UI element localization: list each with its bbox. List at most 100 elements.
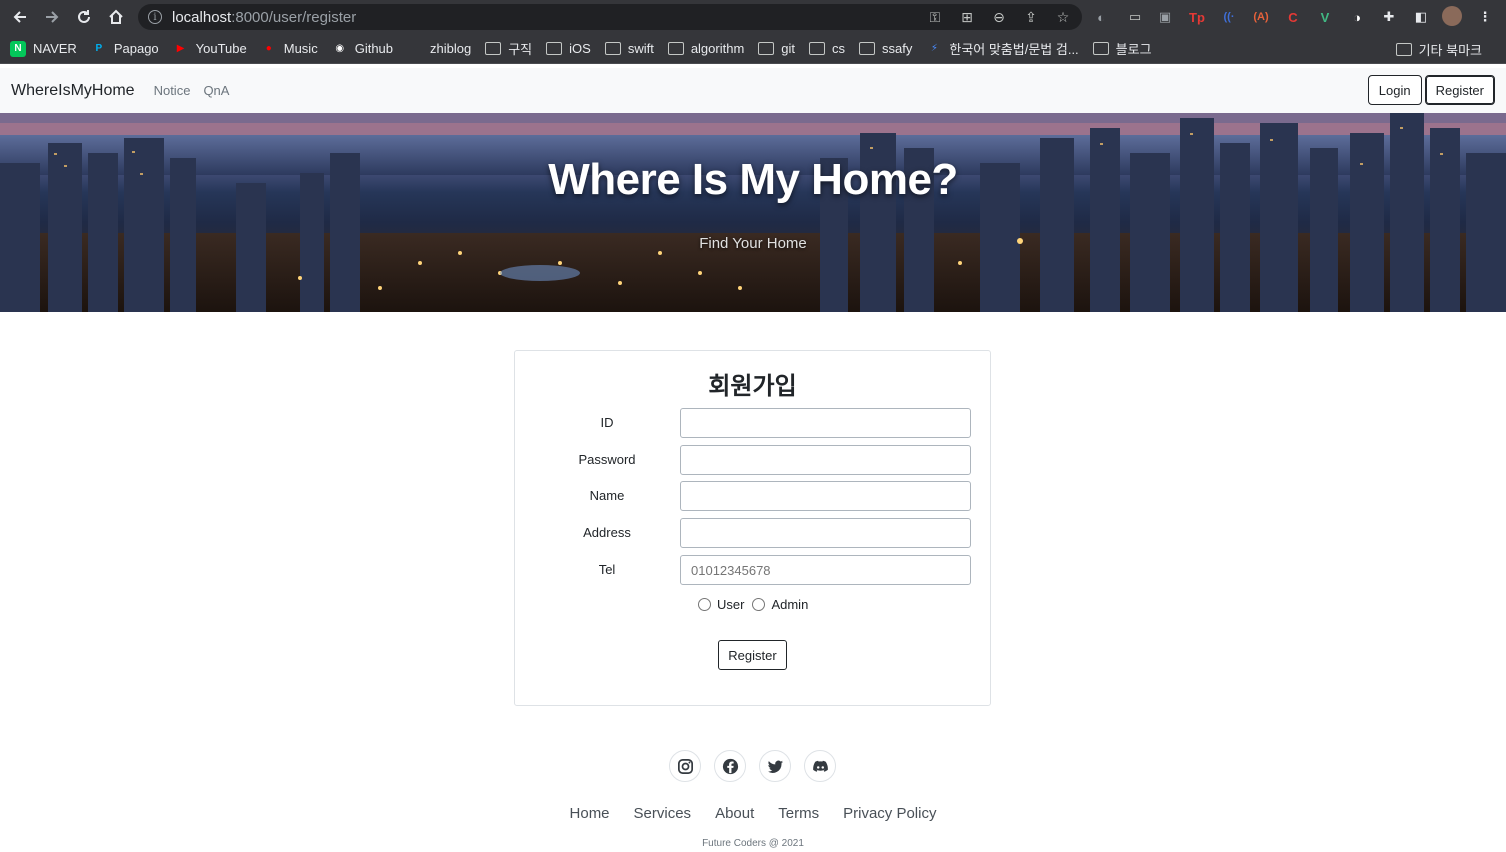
share-icon[interactable]: ⇪ xyxy=(1022,8,1040,26)
bookmark-label: iOS xyxy=(569,41,591,56)
reload-icon[interactable] xyxy=(68,0,100,34)
bookmarks-bar: N NAVER P Papago ▶ YouTube ● Music ◉ Github ⁘ zhibl… xyxy=(0,34,1506,64)
extension-tp-icon[interactable]: Tp xyxy=(1186,6,1208,28)
vue-devtools-icon[interactable]: V xyxy=(1314,6,1336,28)
bookmark-item[interactable]: ⚡ 한국어 맞춤법/문법 검... xyxy=(926,39,1079,58)
folder-icon xyxy=(809,42,826,55)
form-title: 회원가입 xyxy=(708,372,797,400)
bookmark-label: Github xyxy=(354,41,394,56)
address-bar[interactable]: i localhost:8000/user/register ⚿ ⊞ ⊖ ⇪ ☆ xyxy=(138,4,1082,30)
twitter-icon[interactable] xyxy=(759,750,791,782)
footer-link-home[interactable]: Home xyxy=(570,805,610,822)
tel-row: Tel xyxy=(515,555,990,586)
folder-icon xyxy=(758,42,775,55)
footer-nav: Home Services About Terms Privacy Policy xyxy=(0,805,1506,822)
bookmark-label: 블로그 xyxy=(1115,42,1152,57)
back-icon[interactable] xyxy=(4,0,36,34)
menu-icon[interactable]: ⋮ xyxy=(1474,6,1496,28)
puzzle-icon[interactable]: ✚ xyxy=(1378,6,1400,28)
nav-link-notice[interactable]: Notice xyxy=(154,83,191,98)
address-label: Address xyxy=(583,525,631,540)
city-skyline-image xyxy=(0,113,1506,312)
register-nav-button[interactable]: Register xyxy=(1424,75,1495,105)
bookmark-item[interactable]: algorithm xyxy=(667,41,745,56)
login-button[interactable]: Login xyxy=(1367,75,1422,105)
favicon-icon: ⚡ xyxy=(930,43,938,54)
favicon-icon: ▶ xyxy=(176,43,185,54)
key-icon[interactable]: ⚿ xyxy=(926,8,944,26)
bookmark-item[interactable]: git xyxy=(758,41,795,56)
bookmark-item[interactable]: ◉ Github xyxy=(332,41,393,57)
extension-icon[interactable]: ▣ xyxy=(1154,6,1176,28)
name-label: Name xyxy=(589,488,625,503)
bookmark-label: Papago xyxy=(113,41,159,56)
extension-icon[interactable]: ◑ xyxy=(1346,6,1368,28)
extension-icon[interactable]: ((· xyxy=(1218,6,1240,28)
user-radio[interactable] xyxy=(698,598,711,611)
forward-icon[interactable] xyxy=(36,0,68,34)
footer-link-services[interactable]: Services xyxy=(634,805,692,822)
bookmark-item[interactable]: ● Music xyxy=(261,41,318,57)
extension-icon[interactable]: C xyxy=(1282,6,1304,28)
instagram-icon[interactable] xyxy=(669,750,701,782)
admin-radio-label[interactable]: Admin xyxy=(771,597,808,612)
site-info-icon[interactable]: i xyxy=(148,10,162,24)
bookmark-item[interactable]: N NAVER xyxy=(10,40,77,57)
extension-icon[interactable]: (A) xyxy=(1250,6,1272,28)
bookmark-label: ssafy xyxy=(882,41,913,56)
browser-toolbar: i localhost:8000/user/register ⚿ ⊞ ⊖ ⇪ ☆… xyxy=(0,0,1506,34)
id-field[interactable] xyxy=(680,408,971,438)
register-submit-button[interactable]: Register xyxy=(718,640,787,670)
bookmark-item[interactable]: 블로그 xyxy=(1092,39,1152,58)
bookmark-label: Music xyxy=(283,41,318,56)
extension-off-icon[interactable]: ▭ xyxy=(1124,6,1146,28)
address-field[interactable] xyxy=(680,518,971,548)
password-label: Password xyxy=(578,452,636,467)
folder-icon xyxy=(1092,42,1109,55)
extension-icon[interactable]: ◐ xyxy=(1090,6,1112,28)
other-bookmarks[interactable]: 기타 북마크 xyxy=(1395,40,1482,59)
bookmark-label: cs xyxy=(832,41,846,56)
bookmark-star-icon[interactable]: ☆ xyxy=(1054,8,1072,26)
bookmark-label: algorithm xyxy=(690,41,745,56)
translate-icon[interactable]: ⊞ xyxy=(958,8,976,26)
zoom-icon[interactable]: ⊖ xyxy=(990,8,1008,26)
bookmark-item[interactable]: ⁘ zhiblog xyxy=(407,41,471,57)
profile-avatar[interactable] xyxy=(1442,6,1462,26)
nav-link-qna[interactable]: QnA xyxy=(203,83,229,98)
footer-link-terms[interactable]: Terms xyxy=(778,805,819,822)
bookmark-label: zhiblog xyxy=(430,41,472,56)
discord-icon[interactable] xyxy=(804,750,836,782)
folder-icon xyxy=(546,42,563,55)
url-text: localhost:8000/user/register xyxy=(172,8,357,26)
bookmark-item[interactable]: cs xyxy=(809,41,845,56)
hero-subtitle: Find Your Home xyxy=(699,235,807,252)
name-row: Name xyxy=(515,481,990,512)
favicon-icon: P xyxy=(95,43,103,54)
address-row: Address xyxy=(515,518,990,549)
brand-link[interactable]: WhereIsMyHome xyxy=(11,82,135,100)
bookmark-item[interactable]: ▶ YouTube xyxy=(173,41,247,57)
footer-link-about[interactable]: About xyxy=(715,805,754,822)
bookmark-item[interactable]: ssafy xyxy=(859,41,912,56)
folder-icon xyxy=(485,42,502,55)
side-panel-icon[interactable]: ◧ xyxy=(1410,6,1432,28)
name-field[interactable] xyxy=(680,481,971,511)
bookmark-item[interactable]: swift xyxy=(604,41,654,56)
favicon-icon: N xyxy=(10,40,26,57)
home-icon[interactable] xyxy=(100,0,132,34)
bookmark-label: 구직 xyxy=(508,42,533,57)
password-field[interactable] xyxy=(680,445,971,475)
bookmark-item[interactable]: P Papago xyxy=(91,41,159,57)
bookmark-item[interactable]: 구직 xyxy=(485,39,532,58)
bookmark-label: NAVER xyxy=(33,41,77,56)
footer-link-privacy[interactable]: Privacy Policy xyxy=(843,805,936,822)
role-radio-group: User Admin xyxy=(698,597,816,612)
facebook-icon[interactable] xyxy=(714,750,746,782)
folder-icon xyxy=(667,42,684,55)
tel-field[interactable] xyxy=(680,555,971,585)
bookmark-item[interactable]: iOS xyxy=(546,41,591,56)
user-radio-label[interactable]: User xyxy=(717,597,744,612)
bookmark-label: 한국어 맞춤법/문법 검... xyxy=(949,42,1079,57)
admin-radio[interactable] xyxy=(752,598,766,611)
